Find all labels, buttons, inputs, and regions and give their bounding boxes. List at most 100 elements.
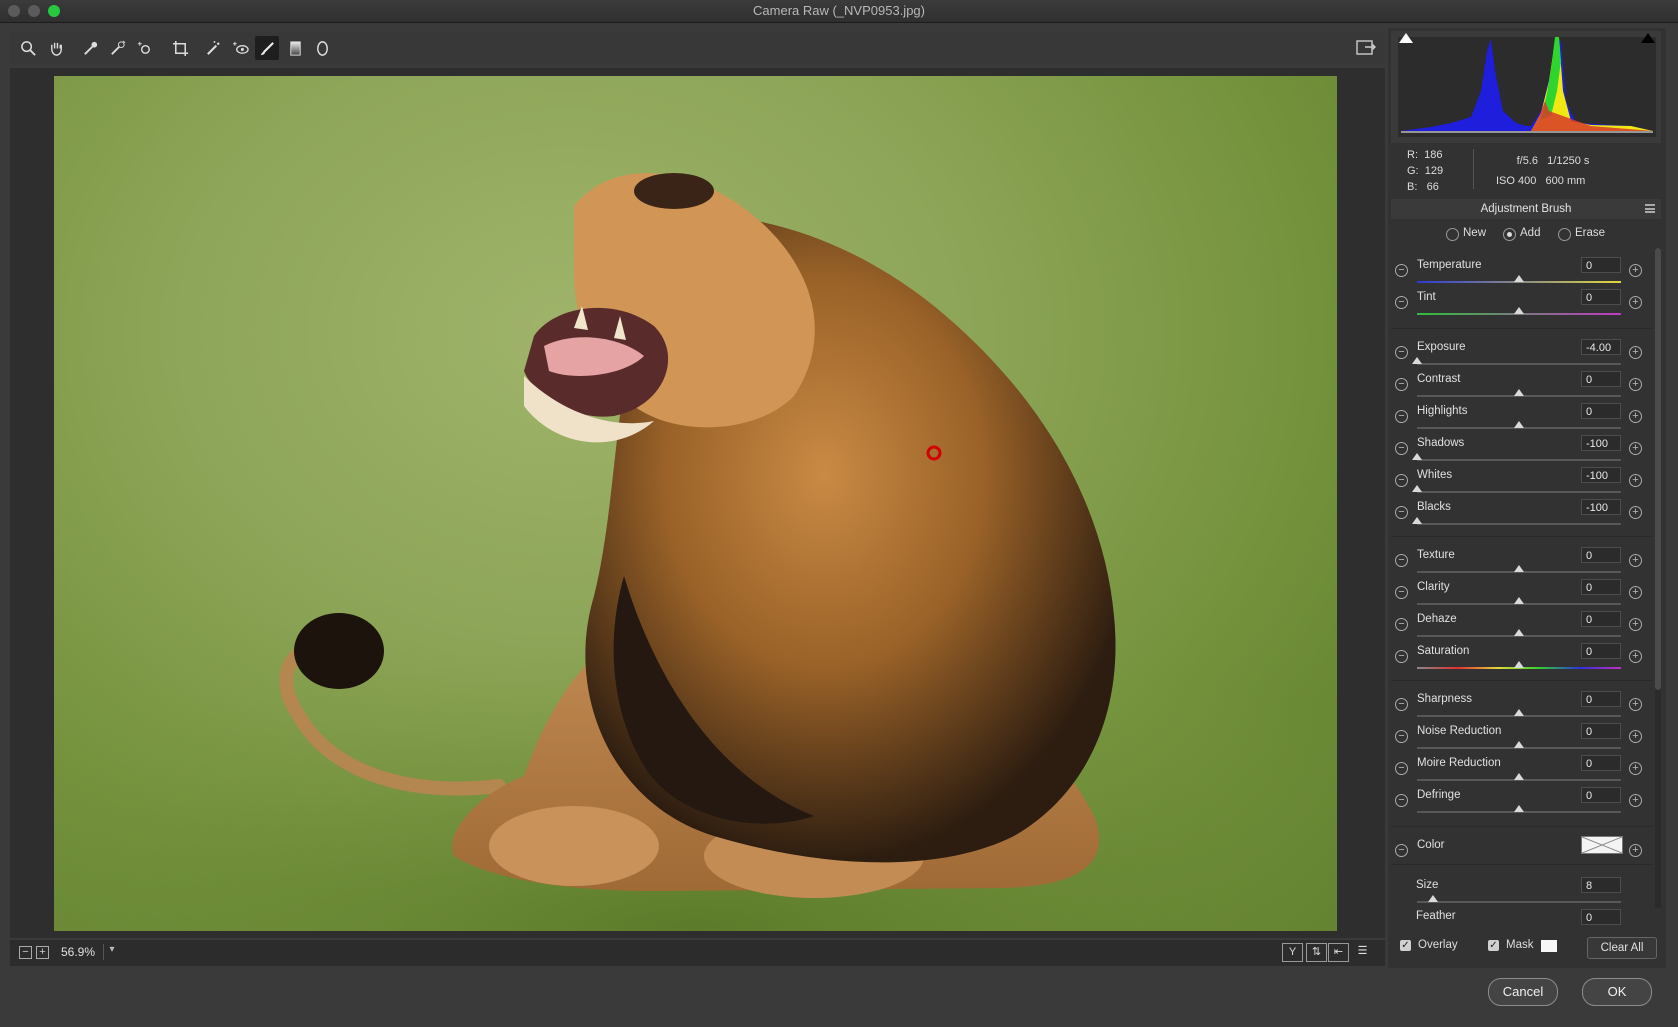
spot-removal-tool-icon[interactable] — [201, 36, 225, 60]
tint-minus-icon[interactable]: − — [1395, 296, 1408, 309]
mask-color-swatch[interactable] — [1541, 940, 1557, 952]
noise-reduction-thumb[interactable] — [1514, 741, 1524, 748]
whites-track[interactable] — [1417, 491, 1621, 493]
zoom-dropdown-chevron-icon[interactable]: ▾ — [103, 944, 120, 960]
cancel-button[interactable]: Cancel — [1488, 978, 1558, 1006]
toggle-settings-icon[interactable]: ☰ — [1353, 943, 1372, 960]
moire-reduction-plus-icon[interactable]: + — [1629, 762, 1642, 775]
feather-value[interactable]: 0 — [1581, 909, 1621, 925]
contrast-value[interactable]: 0 — [1581, 371, 1621, 387]
contrast-thumb[interactable] — [1514, 389, 1524, 396]
color-plus-icon[interactable]: + — [1629, 844, 1642, 857]
noise-reduction-value[interactable]: 0 — [1581, 723, 1621, 739]
blacks-value[interactable]: -100 — [1581, 499, 1621, 515]
exposure-plus-icon[interactable]: + — [1629, 346, 1642, 359]
contrast-plus-icon[interactable]: + — [1629, 378, 1642, 391]
sharpness-plus-icon[interactable]: + — [1629, 698, 1642, 711]
adjustment-brush-tool-icon[interactable] — [255, 36, 279, 60]
temperature-thumb[interactable] — [1514, 275, 1524, 282]
swap-before-after-icon[interactable]: ⇅ — [1306, 943, 1327, 962]
clarity-value[interactable]: 0 — [1581, 579, 1621, 595]
sharpness-minus-icon[interactable]: − — [1395, 698, 1408, 711]
red-eye-tool-icon[interactable] — [228, 36, 252, 60]
dehaze-minus-icon[interactable]: − — [1395, 618, 1408, 631]
clarity-thumb[interactable] — [1514, 597, 1524, 604]
targeted-adjustment-tool-icon[interactable] — [132, 36, 156, 60]
crop-tool-icon[interactable] — [168, 36, 192, 60]
texture-value[interactable]: 0 — [1581, 547, 1621, 563]
mode-add-label[interactable]: Add — [1520, 227, 1540, 239]
saturation-plus-icon[interactable]: + — [1629, 650, 1642, 663]
blacks-minus-icon[interactable]: − — [1395, 506, 1408, 519]
clear-all-button[interactable]: Clear All — [1587, 937, 1657, 959]
blacks-thumb[interactable] — [1412, 517, 1422, 524]
copy-settings-icon[interactable]: ⇤ — [1328, 943, 1349, 962]
defringe-value[interactable]: 0 — [1581, 787, 1621, 803]
shadows-thumb[interactable] — [1412, 453, 1422, 460]
dehaze-value[interactable]: 0 — [1581, 611, 1621, 627]
contrast-minus-icon[interactable]: − — [1395, 378, 1408, 391]
sharpness-value[interactable]: 0 — [1581, 691, 1621, 707]
color-swatch[interactable] — [1581, 836, 1623, 854]
size-thumb[interactable] — [1428, 895, 1438, 902]
saturation-value[interactable]: 0 — [1581, 643, 1621, 659]
whites-value[interactable]: -100 — [1581, 467, 1621, 483]
ok-button[interactable]: OK — [1582, 978, 1652, 1006]
color-minus-icon[interactable]: − — [1395, 844, 1408, 857]
highlights-thumb[interactable] — [1514, 421, 1524, 428]
radial-filter-tool-icon[interactable] — [310, 36, 334, 60]
mask-checkbox[interactable]: ✓ — [1488, 940, 1499, 951]
clarity-minus-icon[interactable]: − — [1395, 586, 1408, 599]
highlight-clipping-warning-icon[interactable] — [1641, 33, 1655, 43]
panel-menu-icon[interactable] — [1645, 204, 1655, 213]
shadows-value[interactable]: -100 — [1581, 435, 1621, 451]
texture-plus-icon[interactable]: + — [1629, 554, 1642, 567]
tint-value[interactable]: 0 — [1581, 289, 1621, 305]
whites-minus-icon[interactable]: − — [1395, 474, 1408, 487]
zoom-tool-icon[interactable] — [16, 36, 40, 60]
temperature-value[interactable]: 0 — [1581, 257, 1621, 273]
panel-scrollbar-thumb[interactable] — [1655, 248, 1661, 690]
highlights-plus-icon[interactable]: + — [1629, 410, 1642, 423]
clarity-plus-icon[interactable]: + — [1629, 586, 1642, 599]
noise-reduction-minus-icon[interactable]: − — [1395, 730, 1408, 743]
tint-plus-icon[interactable]: + — [1629, 296, 1642, 309]
texture-thumb[interactable] — [1514, 565, 1524, 572]
mode-erase-radio[interactable] — [1558, 228, 1571, 241]
highlights-value[interactable]: 0 — [1581, 403, 1621, 419]
temperature-plus-icon[interactable]: + — [1629, 264, 1642, 277]
shadows-track[interactable] — [1417, 459, 1621, 461]
shadow-clipping-warning-icon[interactable] — [1399, 33, 1413, 43]
noise-reduction-plus-icon[interactable]: + — [1629, 730, 1642, 743]
exposure-value[interactable]: -4.00 — [1581, 339, 1621, 355]
tint-thumb[interactable] — [1514, 307, 1524, 314]
temperature-minus-icon[interactable]: − — [1395, 264, 1408, 277]
zoom-out-button[interactable]: − — [19, 946, 32, 959]
photo-preview[interactable] — [54, 76, 1337, 931]
saturation-minus-icon[interactable]: − — [1395, 650, 1408, 663]
blacks-plus-icon[interactable]: + — [1629, 506, 1642, 519]
zoom-level[interactable]: 56.9% — [61, 945, 95, 959]
before-after-view-icon[interactable]: Y — [1282, 943, 1303, 962]
size-value[interactable]: 8 — [1581, 877, 1621, 893]
panel-scrollbar[interactable] — [1655, 248, 1661, 908]
shadows-minus-icon[interactable]: − — [1395, 442, 1408, 455]
overlay-checkbox[interactable]: ✓ — [1400, 940, 1411, 951]
blacks-track[interactable] — [1417, 523, 1621, 525]
color-sampler-tool-icon[interactable] — [105, 36, 129, 60]
size-track[interactable] — [1417, 901, 1621, 903]
defringe-plus-icon[interactable]: + — [1629, 794, 1642, 807]
zoom-in-button[interactable]: + — [36, 946, 49, 959]
exposure-minus-icon[interactable]: − — [1395, 346, 1408, 359]
moire-reduction-minus-icon[interactable]: − — [1395, 762, 1408, 775]
open-preferences-icon[interactable] — [1355, 38, 1377, 58]
mode-erase-label[interactable]: Erase — [1575, 227, 1605, 239]
moire-reduction-thumb[interactable] — [1514, 773, 1524, 780]
saturation-thumb[interactable] — [1514, 661, 1524, 668]
exposure-track[interactable] — [1417, 363, 1621, 365]
texture-minus-icon[interactable]: − — [1395, 554, 1408, 567]
dehaze-thumb[interactable] — [1514, 629, 1524, 636]
hand-tool-icon[interactable] — [44, 36, 68, 60]
whites-plus-icon[interactable]: + — [1629, 474, 1642, 487]
mode-new-label[interactable]: New — [1463, 227, 1486, 239]
